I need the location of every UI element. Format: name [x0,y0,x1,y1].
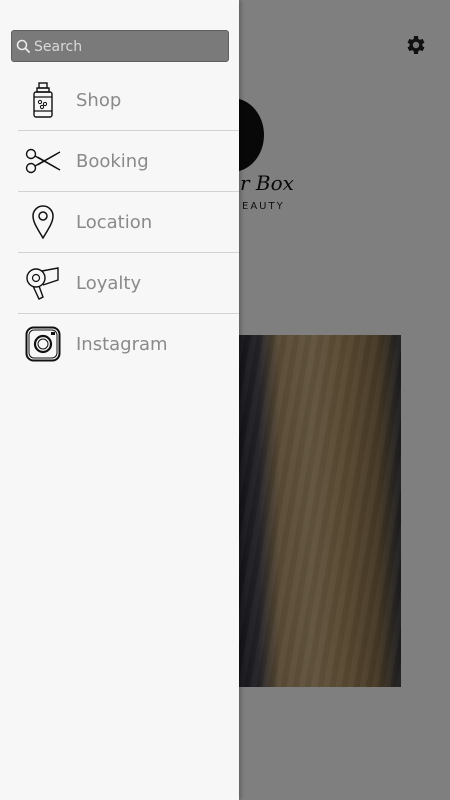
menu-label-booking: Booking [76,150,149,172]
menu-label-loyalty: Loyalty [76,272,142,294]
side-drawer: Shop Booking L [0,0,239,800]
search-box[interactable] [11,30,229,63]
map-pin-icon [32,205,54,239]
menu-label-location: Location [76,211,153,233]
menu-item-loyalty[interactable]: Loyalty [18,253,239,314]
scissors-icon [25,148,61,174]
menu-item-instagram[interactable]: Instagram [18,314,239,374]
menu-label-instagram: Instagram [76,333,168,355]
menu-item-shop[interactable]: Shop [18,70,239,131]
instagram-icon [25,326,61,362]
settings-gear-icon[interactable] [403,33,427,57]
search-icon [16,39,30,53]
menu-label-shop: Shop [76,89,122,111]
bottle-icon [33,82,53,118]
menu-item-booking[interactable]: Booking [18,131,239,192]
hairdryer-icon [26,267,59,300]
drawer-menu: Shop Booking Location Loyalty Instagram [18,70,239,374]
search-input[interactable] [32,31,226,63]
menu-item-location[interactable]: Location [18,192,239,253]
